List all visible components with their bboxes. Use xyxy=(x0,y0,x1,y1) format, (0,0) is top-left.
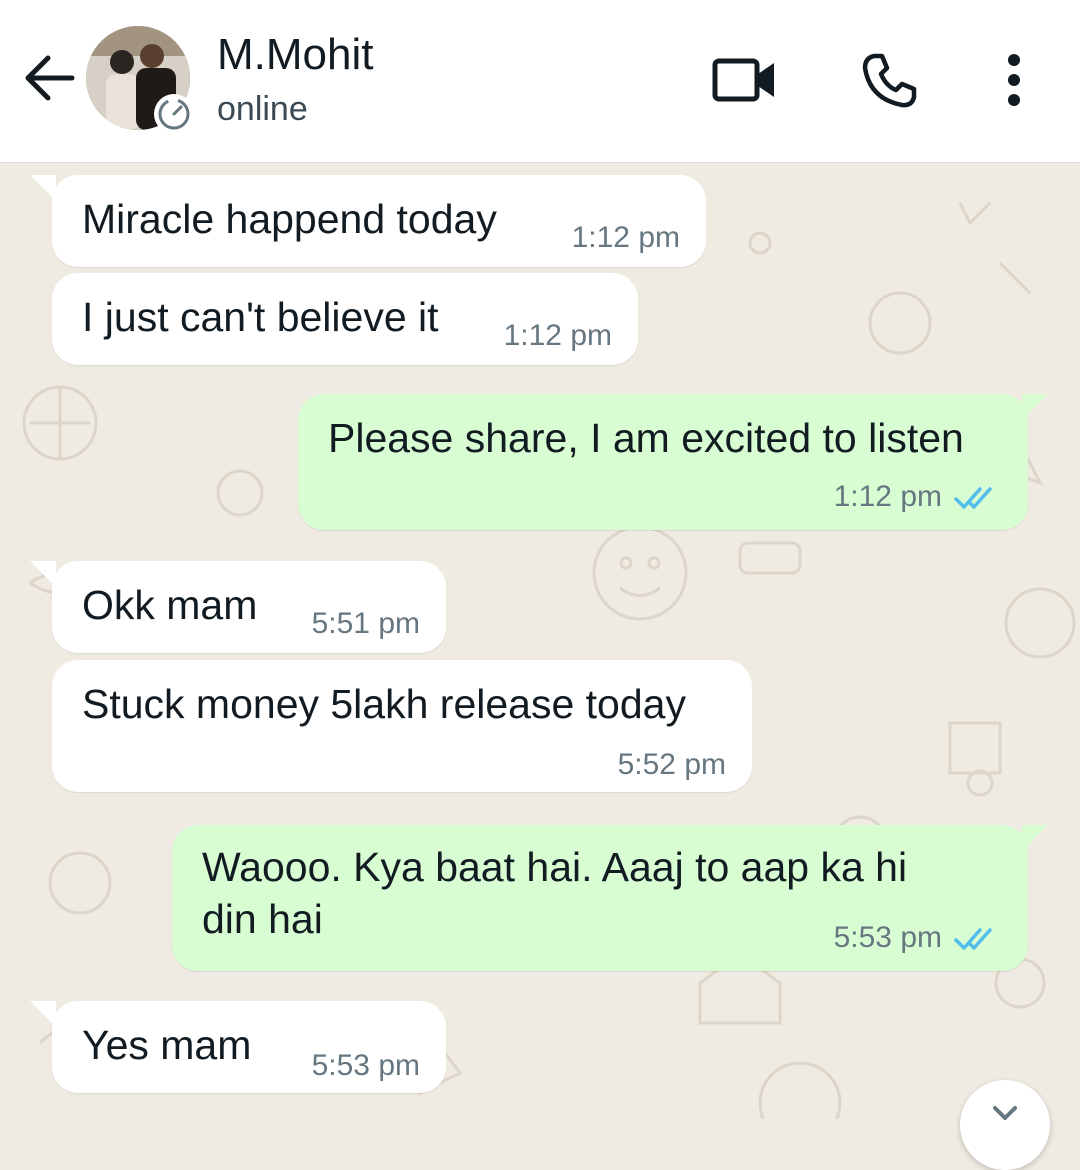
more-options-icon[interactable] xyxy=(1000,52,1028,108)
message-text-line2: din hai xyxy=(202,896,323,942)
message-text: Okk mam xyxy=(82,582,258,628)
bubble-tail xyxy=(30,1001,56,1027)
bubble-tail xyxy=(1022,394,1048,420)
read-ticks-icon xyxy=(954,928,992,950)
message-text: Stuck money 5lakh release today xyxy=(82,681,686,727)
bubble-tail xyxy=(30,175,56,201)
bubble-tail xyxy=(30,561,56,587)
chat-area[interactable]: Miracle happend today 1:12 pm I just can… xyxy=(0,163,1080,1119)
scroll-to-bottom-button[interactable] xyxy=(960,1080,1050,1170)
read-ticks-icon xyxy=(954,487,992,509)
message-bubble-incoming[interactable]: Okk mam 5:51 pm xyxy=(52,561,446,653)
contact-status: online xyxy=(217,90,308,128)
contact-name[interactable]: M.Mohit xyxy=(217,30,373,80)
message-text: Yes mam xyxy=(82,1022,252,1068)
message-time: 5:51 pm xyxy=(311,607,420,640)
voice-call-icon[interactable] xyxy=(860,52,918,110)
message-time: 5:52 pm xyxy=(617,748,726,781)
message-time: 5:53 pm xyxy=(311,1049,420,1082)
bubble-tail xyxy=(1022,825,1048,851)
message-meta: 5:53 pm xyxy=(834,921,1002,955)
message-meta: 1:12 pm xyxy=(834,480,1002,514)
message-time: 5:53 pm xyxy=(833,921,942,954)
message-bubble-incoming[interactable]: I just can't believe it 1:12 pm xyxy=(52,273,638,365)
message-text: I just can't believe it xyxy=(82,294,439,340)
status-update-icon xyxy=(154,94,194,134)
message-bubble-outgoing[interactable]: Waooo. Kya baat hai. Aaaj to aap ka hi d… xyxy=(172,825,1028,971)
message-bubble-incoming[interactable]: Miracle happend today 1:12 pm xyxy=(52,175,706,267)
chevron-down-icon xyxy=(993,1106,1017,1121)
message-bubble-outgoing[interactable]: Please share, I am excited to listen 1:1… xyxy=(298,394,1028,530)
message-text: Please share, I am excited to listen xyxy=(328,415,964,461)
message-text-line1: Waooo. Kya baat hai. Aaaj to aap ka hi xyxy=(202,844,908,890)
video-call-icon[interactable] xyxy=(712,56,778,104)
message-time: 1:12 pm xyxy=(503,319,612,352)
message-time: 1:12 pm xyxy=(833,480,942,513)
chat-header: M.Mohit online xyxy=(0,0,1080,163)
message-time: 1:12 pm xyxy=(571,221,680,254)
back-arrow-icon[interactable] xyxy=(22,50,78,106)
message-text: Miracle happend today xyxy=(82,196,497,242)
message-bubble-incoming[interactable]: Stuck money 5lakh release today 5:52 pm xyxy=(52,660,752,792)
message-bubble-incoming[interactable]: Yes mam 5:53 pm xyxy=(52,1001,446,1093)
avatar[interactable] xyxy=(86,26,194,134)
